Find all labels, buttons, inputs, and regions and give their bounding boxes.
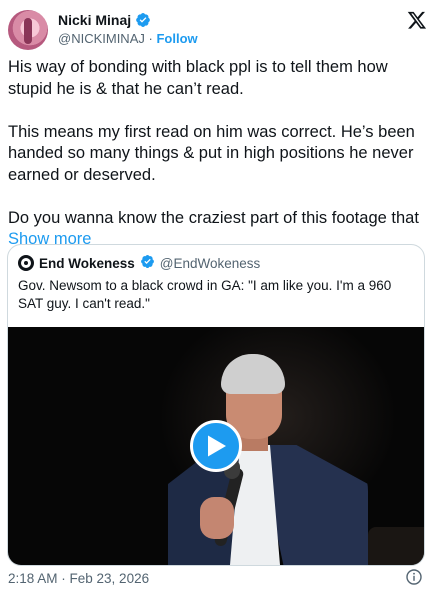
quote-author-handle[interactable]: @EndWokeness — [160, 256, 261, 271]
tweet-text: His way of bonding with black ppl is to … — [8, 57, 428, 251]
quote-header: End Wokeness @EndWokeness — [18, 254, 260, 272]
tweet-paragraph: His way of bonding with black ppl is to … — [8, 58, 388, 98]
tweet-paragraph: This means my first read on him was corr… — [8, 122, 415, 184]
author-name[interactable]: Nicki Minaj — [58, 12, 131, 28]
author-handle[interactable]: @NICKIMINAJ — [58, 31, 145, 46]
quote-tweet[interactable]: End Wokeness @EndWokeness Gov. Newsom to… — [7, 244, 425, 566]
verified-badge-icon — [135, 12, 151, 28]
tweet-timestamp[interactable]: 2:18 AM · Feb 23, 2026 — [8, 571, 149, 586]
separator-dot: · — [148, 31, 153, 46]
tweet-paragraph-text: Do you wanna know the craziest part of t… — [8, 208, 419, 227]
x-logo-icon[interactable] — [407, 10, 427, 30]
video-player[interactable] — [8, 327, 424, 565]
author-name-row: Nicki Minaj — [58, 12, 151, 28]
quote-text: Gov. Newsom to a black crowd in GA: "I a… — [18, 278, 392, 311]
tweet-header: Nicki Minaj @NICKIMINAJ · Follow — [8, 10, 427, 50]
follow-button[interactable]: Follow — [156, 31, 197, 46]
author-avatar[interactable] — [8, 10, 48, 50]
tweet-card: Nicki Minaj @NICKIMINAJ · Follow His way… — [0, 0, 437, 600]
play-icon[interactable] — [190, 420, 242, 472]
verified-badge-icon — [140, 254, 155, 272]
quote-author-name[interactable]: End Wokeness — [39, 256, 135, 271]
handle-row: @NICKIMINAJ · Follow — [58, 31, 198, 46]
info-icon[interactable] — [406, 569, 422, 585]
quote-author-avatar[interactable] — [18, 255, 34, 271]
